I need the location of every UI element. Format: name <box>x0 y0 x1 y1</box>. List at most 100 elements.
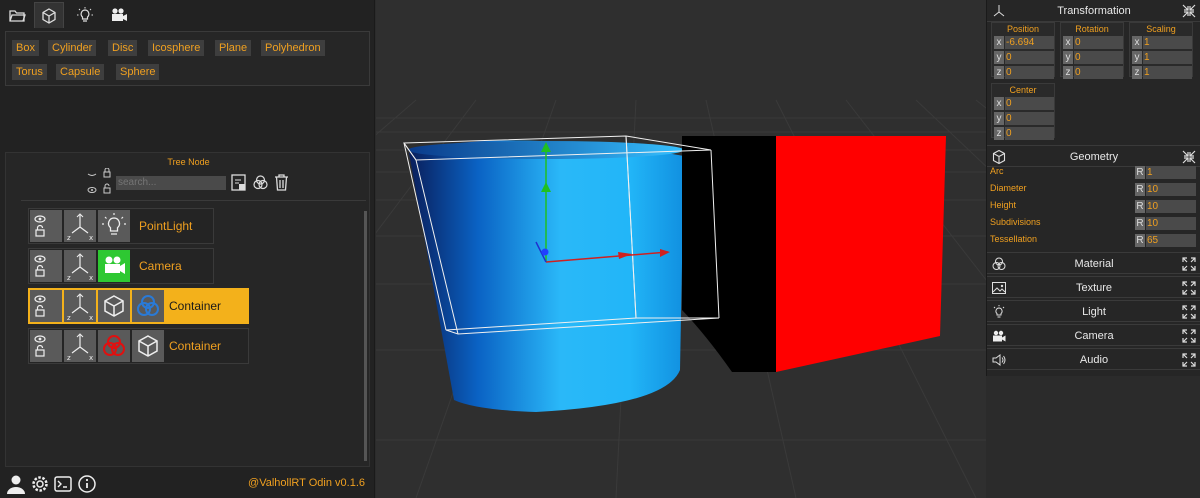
x-label: x <box>994 97 1004 110</box>
visibility-lock-toggle[interactable] <box>30 330 62 362</box>
svg-text:z: z <box>67 234 71 242</box>
x-label: x <box>994 36 1004 49</box>
collapse-icon[interactable] <box>1181 149 1197 165</box>
r-label: R <box>1135 234 1145 247</box>
svg-text:x: x <box>89 314 93 322</box>
visibility-lock-toggle[interactable] <box>30 250 62 282</box>
trash-icon[interactable] <box>274 174 289 191</box>
primitive-capsule-button[interactable]: Capsule <box>56 64 105 80</box>
svg-text:z: z <box>67 314 71 322</box>
diameter-input[interactable]: 10 <box>1146 183 1196 196</box>
primitive-torus-button[interactable]: Torus <box>12 64 47 80</box>
primitive-plane-button[interactable]: Plane <box>215 40 252 56</box>
axis-gizmo-icon[interactable]: zx <box>64 250 96 282</box>
diameter-label: Diameter <box>990 183 1027 193</box>
red-cube[interactable] <box>682 136 946 372</box>
x-label: x <box>1132 36 1142 49</box>
rotation-y-input[interactable]: 0 <box>1074 51 1123 64</box>
material-section[interactable]: Material <box>987 252 1200 274</box>
material-icon[interactable] <box>252 174 269 191</box>
tab-cameras[interactable] <box>104 2 134 28</box>
properties-panel: Transformation Position x -6.694 y0 z0 Ro… <box>986 0 1200 376</box>
tree-node-container[interactable]: zx Container <box>28 328 249 364</box>
visibility-lock-toggle[interactable] <box>30 210 62 242</box>
subdivisions-input[interactable]: 10 <box>1146 217 1196 230</box>
position-z-input[interactable]: 0 <box>1005 66 1054 79</box>
center-z-input[interactable]: 0 <box>1005 127 1054 140</box>
transformation-header[interactable]: Transformation <box>987 0 1200 22</box>
expand-icon[interactable] <box>1181 280 1197 296</box>
tree-separator <box>21 200 366 201</box>
tab-objects[interactable] <box>34 2 64 28</box>
arc-label: Arc <box>990 166 1004 176</box>
scaling-y-input[interactable]: 1 <box>1143 51 1192 64</box>
transformation-title: Transformation <box>1057 5 1131 17</box>
camera-section[interactable]: Camera <box>987 324 1200 346</box>
rotation-z-input[interactable]: 0 <box>1074 66 1123 79</box>
user-icon[interactable] <box>6 474 26 494</box>
tab-files[interactable] <box>2 2 32 28</box>
rotation-title: Rotation <box>1075 24 1109 34</box>
camera-icon <box>98 250 130 282</box>
bottom-toolbar: @ValhollRT Odin v0.1.6 <box>0 470 375 498</box>
tab-lights[interactable] <box>70 2 100 28</box>
rotation-group: Rotation x0 y0 z0 <box>1060 22 1124 79</box>
y-label: y <box>1063 51 1073 64</box>
scaling-z-input[interactable]: 1 <box>1143 66 1192 79</box>
axis-gizmo-icon[interactable]: zx <box>64 330 96 362</box>
expand-icon[interactable] <box>1181 328 1197 344</box>
center-x-input[interactable]: 0 <box>1005 97 1054 110</box>
center-y-input[interactable]: 0 <box>1005 112 1054 125</box>
tree-node-camera[interactable]: zx Camera <box>28 248 214 284</box>
tree-node-container-selected[interactable]: zx Container <box>28 288 249 324</box>
texture-title: Texture <box>1075 282 1113 294</box>
cube-icon <box>98 290 130 322</box>
axis-gizmo-icon[interactable]: zx <box>64 210 96 242</box>
svg-text:z: z <box>67 354 71 362</box>
tree-scrollbar[interactable] <box>364 211 367 461</box>
scene-canvas[interactable] <box>376 0 986 498</box>
texture-section[interactable]: Texture <box>987 276 1200 298</box>
visibility-lock-toggle[interactable] <box>30 290 62 322</box>
3d-viewport[interactable] <box>376 0 986 498</box>
position-x-input[interactable]: -6.694 <box>1005 36 1054 49</box>
audio-section[interactable]: Audio <box>987 348 1200 370</box>
audio-title: Audio <box>1079 354 1109 366</box>
scaling-x-input[interactable]: 1 <box>1143 36 1192 49</box>
folder-icon <box>9 10 26 22</box>
terminal-icon[interactable] <box>53 474 73 494</box>
primitive-cylinder-button[interactable]: Cylinder <box>48 40 97 56</box>
height-input[interactable]: 10 <box>1146 200 1196 213</box>
light-section[interactable]: Light <box>987 300 1200 322</box>
x-label: x <box>1063 36 1073 49</box>
primitive-icosphere-button[interactable]: Icosphere <box>148 40 205 56</box>
primitive-sphere-button[interactable]: Sphere <box>116 64 160 80</box>
scaling-group: Scaling x1 y1 z1 <box>1129 22 1193 79</box>
scene-file-icon[interactable] <box>231 174 247 192</box>
tree-search-input[interactable] <box>116 176 226 190</box>
material-icon <box>132 290 164 322</box>
primitive-disc-button[interactable]: Disc <box>108 40 138 56</box>
light-icon <box>98 210 130 242</box>
collapse-icon[interactable] <box>1181 3 1197 19</box>
expand-icon[interactable] <box>1181 304 1197 320</box>
arc-input[interactable]: 1 <box>1146 166 1196 179</box>
tree-node-panel: Tree Node zx PointLight <box>5 152 370 467</box>
expand-icon[interactable] <box>1181 256 1197 272</box>
position-y-input[interactable]: 0 <box>1005 51 1054 64</box>
primitive-box-button[interactable]: Box <box>12 40 39 56</box>
tree-node-pointlight[interactable]: zx PointLight <box>28 208 214 244</box>
y-label: y <box>994 51 1004 64</box>
primitive-polyhedron-button[interactable]: Polyhedron <box>261 40 325 56</box>
position-group: Position x -6.694 y0 z0 <box>991 22 1055 79</box>
axis-gizmo-icon[interactable]: zx <box>64 290 96 322</box>
rotation-x-input[interactable]: 0 <box>1074 36 1123 49</box>
left-tabs <box>0 0 140 28</box>
primitive-palette: Box Cylinder Disc Icosphere Plane Polyhe… <box>5 31 370 86</box>
material-title: Material <box>1074 258 1114 270</box>
tessellation-input[interactable]: 65 <box>1146 234 1196 247</box>
info-icon[interactable] <box>77 474 97 494</box>
z-label: z <box>1063 66 1073 79</box>
gear-icon[interactable] <box>30 474 50 494</box>
expand-icon[interactable] <box>1181 352 1197 368</box>
